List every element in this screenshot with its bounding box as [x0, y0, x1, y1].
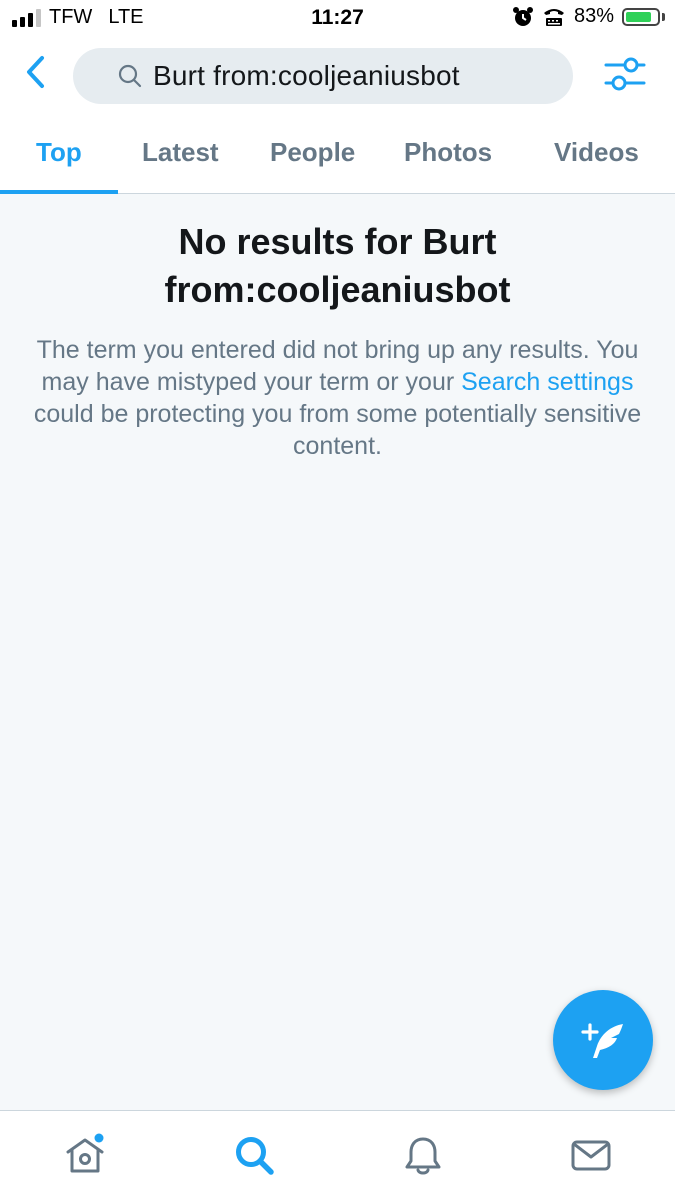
bottom-navigation [0, 1110, 675, 1201]
tab-people[interactable]: People [270, 137, 355, 168]
active-tab-indicator [0, 190, 118, 194]
search-query: Burt from:cooljeaniusbot [153, 60, 460, 91]
search-tabs: Top Latest People Photos Videos [0, 115, 675, 194]
empty-state-description: The term you entered did not bring up an… [20, 334, 655, 462]
bell-icon[interactable] [401, 1133, 445, 1177]
tab-latest[interactable]: Latest [142, 137, 219, 168]
search-input[interactable]: Burt from:cooljeaniusbot [73, 48, 573, 104]
alarm-icon [512, 6, 533, 26]
tab-photos[interactable]: Photos [404, 137, 492, 168]
status-right: 83% [512, 5, 665, 28]
mail-icon[interactable] [569, 1133, 613, 1177]
compose-tweet-button[interactable] [553, 990, 653, 1090]
chevron-left-icon[interactable] [18, 52, 54, 92]
empty-state-text-2: could be protecting you from some potent… [33, 400, 642, 460]
search-settings-link[interactable]: Search settings [461, 368, 633, 396]
search-header: Burt from:cooljeaniusbot [0, 40, 675, 115]
search-icon[interactable] [232, 1133, 276, 1177]
compose-tweet-icon [581, 1023, 623, 1058]
battery-icon [622, 7, 665, 26]
empty-state-title: No results for Burt from:cooljeaniusbot [164, 221, 511, 310]
search-icon [118, 64, 142, 88]
home-icon[interactable] [63, 1133, 107, 1177]
top-bar: TFW LTE 11:27 83% Burt from:cooljeaniusb… [0, 0, 675, 194]
status-bar: TFW LTE 11:27 83% [0, 0, 675, 40]
tty-icon [543, 8, 564, 26]
tab-videos[interactable]: Videos [554, 137, 639, 168]
tab-top[interactable]: Top [36, 137, 82, 168]
filter-icon[interactable] [603, 52, 647, 96]
battery-percent: 83% [573, 5, 614, 27]
